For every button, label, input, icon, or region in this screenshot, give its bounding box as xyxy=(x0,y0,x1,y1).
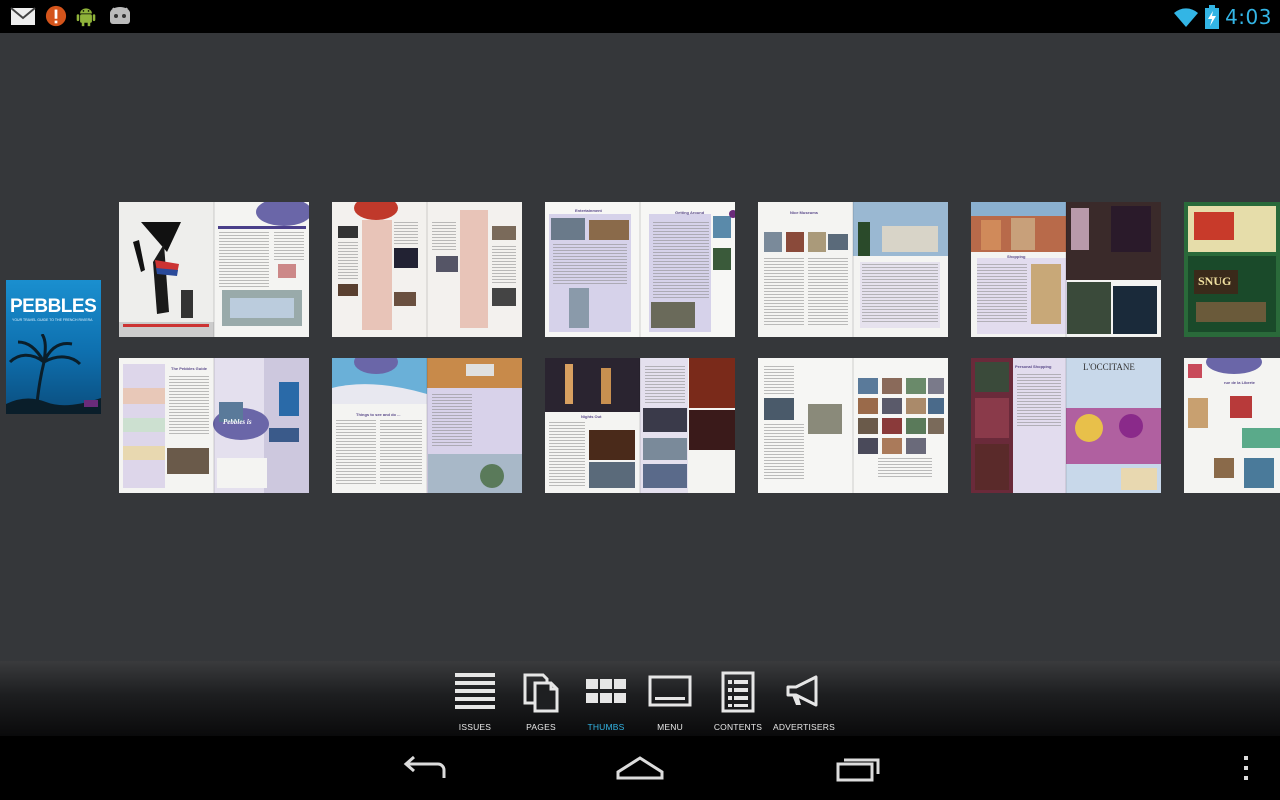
spread-thumbnail[interactable]: Shopping xyxy=(971,202,1161,337)
thumbs-label: THUMBS xyxy=(587,722,625,732)
menu-button[interactable]: MENU xyxy=(638,661,702,736)
contents-label: CONTENTS xyxy=(713,722,763,732)
grid-icon xyxy=(586,679,626,703)
spread-thumbnail[interactable]: Entertainment Getting Around xyxy=(545,202,735,337)
back-icon xyxy=(403,755,446,778)
recent-apps-button[interactable] xyxy=(830,748,886,788)
issues-label: ISSUES xyxy=(458,722,492,732)
battery-charging-icon xyxy=(1205,5,1220,29)
recent-apps-icon xyxy=(836,758,880,782)
cover-subtitle: YOUR TRAVEL GUIDE TO THE FRENCH RIVIERA xyxy=(12,318,93,322)
advertisers-label: ADVERTISERS xyxy=(772,722,836,732)
spread-thumbnail[interactable] xyxy=(758,358,948,493)
spread-thumbnail[interactable]: Things to see and do ... xyxy=(332,358,522,493)
overflow-menu-icon xyxy=(1244,756,1248,780)
issues-button[interactable]: ISSUES xyxy=(443,661,507,736)
advertisers-button[interactable]: ADVERTISERS xyxy=(772,661,836,736)
thumbs-button[interactable]: THUMBS xyxy=(574,661,638,736)
pages-label: PAGES xyxy=(526,722,556,732)
megaphone-icon xyxy=(786,675,818,707)
gmail-icon[interactable] xyxy=(10,5,36,27)
spread-thumbnail[interactable] xyxy=(119,202,309,337)
overflow-menu-button[interactable] xyxy=(1232,748,1260,788)
issue-cover[interactable]: PEBBLES YOUR TRAVEL GUIDE TO THE FRENCH … xyxy=(6,280,101,414)
status-bar: 4:03 xyxy=(0,0,1280,33)
spread-thumbnail[interactable]: rue de la Liberte xyxy=(1184,358,1280,493)
game-controller-icon[interactable] xyxy=(106,5,134,27)
contents-document-icon xyxy=(721,671,755,713)
spread-thumbnail[interactable]: SNUG xyxy=(1184,202,1280,337)
alert-icon[interactable] xyxy=(44,5,68,27)
thumbnail-viewer[interactable]: PEBBLES YOUR TRAVEL GUIDE TO THE FRENCH … xyxy=(0,33,1280,661)
magazine-toolbar: ISSUES PAGES THUMBS MENU CONTENTS ADVERT… xyxy=(0,661,1280,736)
spread-thumbnail[interactable]: Nights Out xyxy=(545,358,735,493)
spread-thumbnail[interactable]: Personal Shopping L'OCCITANE xyxy=(971,358,1161,493)
menu-label: MENU xyxy=(657,722,683,732)
list-lines-icon xyxy=(455,673,495,709)
cover-title: PEBBLES xyxy=(10,296,97,317)
back-button[interactable] xyxy=(396,748,452,788)
system-nav-bar xyxy=(0,736,1280,800)
android-icon[interactable] xyxy=(74,5,98,27)
clock: 4:03 xyxy=(1225,5,1272,29)
wifi-icon xyxy=(1174,8,1199,27)
pages-button[interactable]: PAGES xyxy=(509,661,573,736)
menu-screen-icon xyxy=(648,675,692,707)
home-icon xyxy=(616,756,664,780)
home-button[interactable] xyxy=(612,748,668,788)
spread-thumbnail[interactable]: Nice Museums xyxy=(758,202,948,337)
spread-thumbnail[interactable]: The Pebbles Guide Pebbles is xyxy=(119,358,309,493)
palm-tree-image xyxy=(6,334,101,414)
pages-icon xyxy=(523,673,559,713)
spread-thumbnail[interactable] xyxy=(332,202,522,337)
contents-button[interactable]: CONTENTS xyxy=(706,661,770,736)
